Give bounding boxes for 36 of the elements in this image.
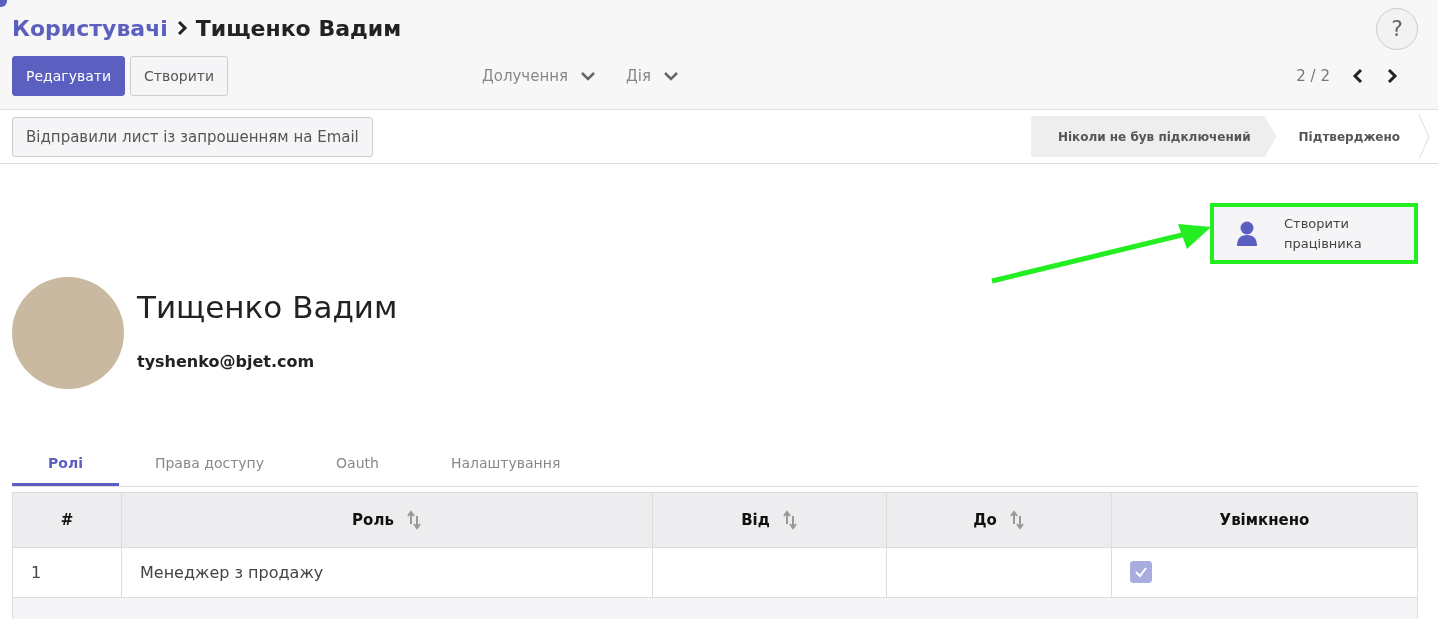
dropdown-button[interactable]: Долучення (482, 67, 597, 85)
status-stage[interactable]: Ніколи не був підключений (1030, 116, 1277, 157)
column-header[interactable]: Роль (121, 492, 653, 548)
previous-icon[interactable] (1352, 68, 1364, 84)
breadcrumb-link[interactable]: Користувачі (12, 15, 168, 41)
sort-icon (405, 510, 422, 530)
table-cell: Менеджер з продажу (121, 547, 653, 598)
pager-counter: 2 / 2 (1296, 67, 1330, 85)
send-invitation-button[interactable]: Відправили лист із запрошенням на Email (12, 116, 373, 157)
tab[interactable]: Налаштування (414, 443, 597, 486)
checkbox[interactable] (1130, 561, 1152, 583)
chevron-right-icon (175, 20, 188, 36)
caret-icon (580, 71, 597, 81)
user-email: tyshenko@bjet.com (137, 352, 316, 371)
sort-icon (1008, 510, 1025, 530)
tab[interactable]: Ролі (12, 443, 119, 486)
next-icon[interactable] (1386, 68, 1398, 84)
stage-end-chevron-icon (1418, 114, 1430, 159)
column-header[interactable]: Від (652, 492, 887, 548)
column-header[interactable]: # (12, 492, 122, 548)
column-header[interactable]: Увімкнено (1111, 492, 1418, 548)
create-button[interactable]: Створити (130, 56, 229, 96)
edit-button[interactable]: Редагувати (12, 56, 126, 96)
column-header[interactable]: До (886, 492, 1112, 548)
tab[interactable]: Oauth (300, 443, 415, 486)
help-button[interactable]: ? (1376, 7, 1418, 50)
user-name: Тищенко Вадим (137, 289, 398, 325)
breadcrumb-current: Тищенко Вадим (195, 15, 402, 41)
caret-icon (663, 71, 679, 81)
sort-icon (781, 510, 798, 530)
status-stage[interactable]: Підтверджено (1276, 116, 1418, 157)
table-cell: 1 (12, 547, 122, 598)
dropdown-button[interactable]: Дія (626, 67, 679, 85)
create-employee-button[interactable]: Створити працівника (1210, 203, 1418, 264)
tab[interactable]: Права доступу (118, 443, 301, 486)
person-icon (1236, 220, 1258, 247)
